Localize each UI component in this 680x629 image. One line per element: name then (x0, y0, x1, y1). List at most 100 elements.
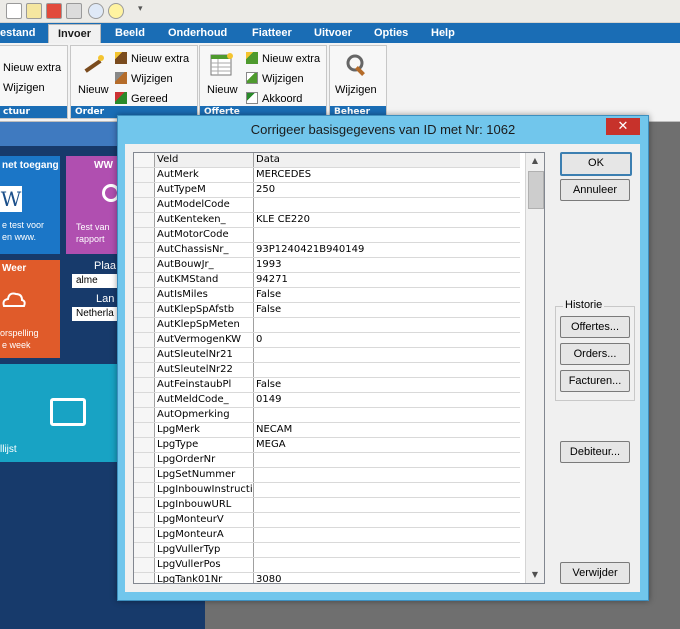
row-selector[interactable] (134, 438, 155, 452)
row-selector[interactable] (134, 318, 155, 332)
orders-button[interactable]: Orders... (560, 343, 630, 365)
table-row[interactable]: LpgInbouwInstructie (134, 483, 520, 498)
field-value-cell[interactable]: 94271 (254, 273, 520, 287)
field-value-cell[interactable]: 1993 (254, 258, 520, 272)
row-selector[interactable] (134, 573, 155, 583)
table-row[interactable]: AutSleutelNr22 (134, 363, 520, 378)
vertical-scrollbar[interactable]: ▲ ▼ (525, 153, 544, 583)
table-row[interactable]: LpgType MEGA (134, 438, 520, 453)
field-value-cell[interactable]: False (254, 378, 520, 392)
menu-invoer[interactable]: Invoer (48, 24, 102, 44)
new-document-icon[interactable] (6, 3, 22, 19)
order-wijzigen-button[interactable]: Wijzigen (115, 72, 173, 85)
nieuw-extra-button[interactable]: Nieuw extra (3, 62, 61, 74)
lightbulb-icon[interactable] (108, 3, 124, 19)
tile-takenlijst[interactable]: llijst (0, 364, 124, 462)
table-row[interactable]: AutTypeM 250 (134, 183, 520, 198)
verwijder-button[interactable]: Verwijder (560, 562, 630, 584)
row-selector[interactable] (134, 213, 155, 227)
customize-toolbar-icon[interactable]: ▾ (138, 4, 143, 14)
table-row[interactable]: AutMerk MERCEDES (134, 168, 520, 183)
field-value-cell[interactable] (254, 498, 520, 512)
field-value-cell[interactable]: 250 (254, 183, 520, 197)
menu-help[interactable]: Help (431, 23, 455, 43)
row-selector[interactable] (134, 408, 155, 422)
field-value-cell[interactable]: False (254, 303, 520, 317)
offerte-wijzigen-button[interactable]: Wijzigen (246, 72, 304, 85)
row-selector[interactable] (134, 363, 155, 377)
field-value-cell[interactable] (254, 528, 520, 542)
table-row[interactable]: LpgMerk NECAM (134, 423, 520, 438)
field-value-cell[interactable] (254, 513, 520, 527)
field-value-cell[interactable] (254, 363, 520, 377)
email-icon[interactable] (88, 3, 104, 19)
row-selector[interactable] (134, 393, 155, 407)
row-selector[interactable] (134, 198, 155, 212)
table-row[interactable]: AutFeinstaubPl False (134, 378, 520, 393)
table-row[interactable]: AutSleutelNr21 (134, 348, 520, 363)
close-button[interactable]: ✕ (606, 118, 640, 135)
column-header-data[interactable]: Data (254, 153, 520, 167)
field-value-cell[interactable] (254, 483, 520, 497)
table-row[interactable]: AutBouwJr_ 1993 (134, 258, 520, 273)
row-selector[interactable] (134, 543, 155, 557)
row-selector[interactable] (134, 273, 155, 287)
row-selector[interactable] (134, 528, 155, 542)
table-row[interactable]: LpgVullerPos (134, 558, 520, 573)
table-row[interactable]: AutKMStand 94271 (134, 273, 520, 288)
field-value-cell[interactable]: NECAM (254, 423, 520, 437)
offertes-button[interactable]: Offertes... (560, 316, 630, 338)
offerte-akkoord-button[interactable]: Akkoord (246, 92, 302, 105)
scroll-down-icon[interactable]: ▼ (529, 569, 541, 581)
column-header-veld[interactable]: Veld (155, 153, 254, 167)
order-gereed-button[interactable]: Gereed (115, 92, 168, 105)
field-value-cell[interactable] (254, 408, 520, 422)
row-selector[interactable] (134, 228, 155, 242)
table-row[interactable]: AutMeldCode_ 0149 (134, 393, 520, 408)
field-value-cell[interactable]: 93P1240421B940149 (254, 243, 520, 257)
table-row[interactable]: AutModelCode (134, 198, 520, 213)
field-value-cell[interactable]: MERCEDES (254, 168, 520, 182)
menu-onderhoud[interactable]: Onderhoud (168, 23, 227, 43)
row-selector[interactable] (134, 468, 155, 482)
row-selector[interactable] (134, 453, 155, 467)
field-value-cell[interactable] (254, 468, 520, 482)
annuleer-button[interactable]: Annuleer (560, 179, 630, 201)
table-row[interactable]: LpgMonteurA (134, 528, 520, 543)
field-value-cell[interactable]: 3080 (254, 573, 520, 583)
table-row[interactable]: LpgVullerTyp (134, 543, 520, 558)
menu-uitvoer[interactable]: Uitvoer (314, 23, 352, 43)
row-selector[interactable] (134, 423, 155, 437)
row-selector[interactable] (134, 348, 155, 362)
tile-weer[interactable]: Weer orspelling e week (0, 260, 60, 358)
menu-opties[interactable]: Opties (374, 23, 408, 43)
field-value-cell[interactable]: KLE CE220 (254, 213, 520, 227)
row-selector[interactable] (134, 558, 155, 572)
table-row[interactable]: LpgInbouwURL (134, 498, 520, 513)
debiteur-button[interactable]: Debiteur... (560, 441, 630, 463)
order-nieuw-extra-button[interactable]: Nieuw extra (115, 52, 189, 65)
table-row[interactable]: AutChassisNr_ 93P1240421B940149 (134, 243, 520, 258)
field-value-cell[interactable] (254, 198, 520, 212)
wijzigen-button[interactable]: Wijzigen (3, 82, 45, 94)
field-value-cell[interactable]: MEGA (254, 438, 520, 452)
field-value-cell[interactable]: 0149 (254, 393, 520, 407)
table-row[interactable]: AutKenteken_ KLE CE220 (134, 213, 520, 228)
field-value-cell[interactable] (254, 558, 520, 572)
row-selector[interactable] (134, 513, 155, 527)
print-icon[interactable] (66, 3, 82, 19)
table-row[interactable]: LpgTank01Nr 3080 (134, 573, 520, 583)
data-grid[interactable]: Veld Data AutMerk MERCEDES AutTypeM 250 AutM… (133, 152, 545, 584)
field-value-cell[interactable] (254, 318, 520, 332)
beheer-wijzigen-button[interactable]: Wijzigen (335, 84, 377, 96)
offerte-nieuw-extra-button[interactable]: Nieuw extra (246, 52, 320, 65)
row-selector[interactable] (134, 288, 155, 302)
row-selector[interactable] (134, 498, 155, 512)
row-selector[interactable] (134, 303, 155, 317)
scroll-thumb[interactable] (528, 171, 544, 209)
table-row[interactable]: LpgSetNummer (134, 468, 520, 483)
menu-fiatteer[interactable]: Fiatteer (252, 23, 292, 43)
menu-beeld[interactable]: Beeld (115, 23, 145, 43)
field-value-cell[interactable] (254, 543, 520, 557)
row-selector[interactable] (134, 243, 155, 257)
